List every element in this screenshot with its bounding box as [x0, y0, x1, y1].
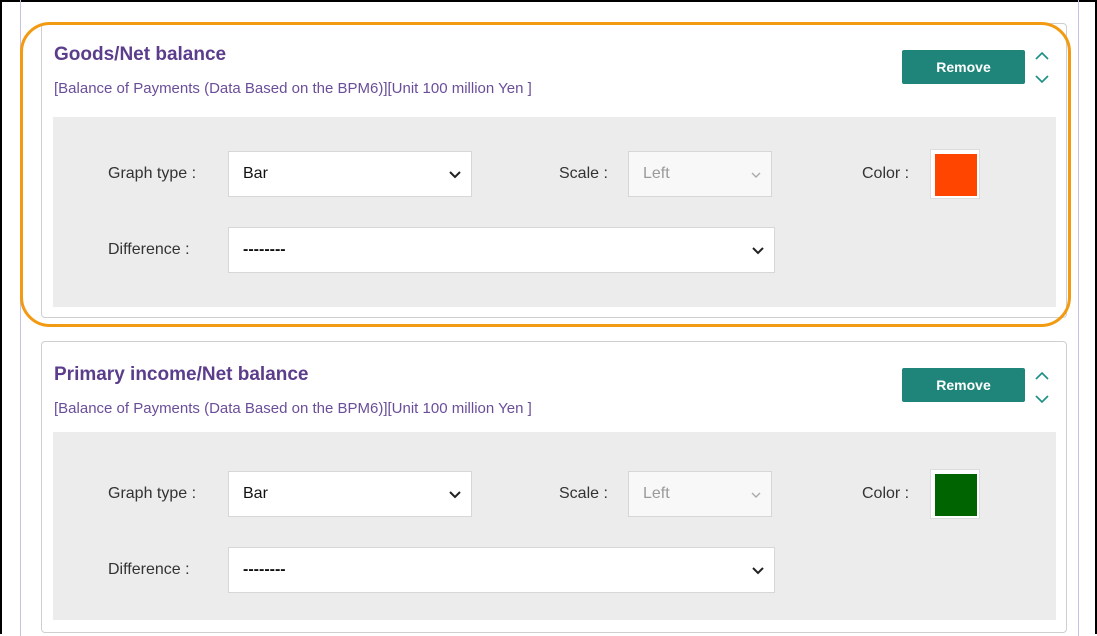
color-picker[interactable] — [930, 149, 980, 199]
difference-select[interactable]: -------- — [228, 547, 775, 593]
graph-type-select[interactable]: Bar — [228, 151, 472, 197]
difference-label: Difference : — [108, 561, 190, 578]
color-swatch — [935, 474, 977, 516]
series-settings-panel: Graph type : Bar Scale : Left Color : Di… — [53, 117, 1056, 307]
series-card-primary-income: Primary income/Net balance [Balance of P… — [41, 341, 1067, 633]
chevron-up-icon[interactable] — [1032, 51, 1052, 65]
series-subtitle: [Balance of Payments (Data Based on the … — [54, 80, 532, 97]
remove-button[interactable]: Remove — [902, 368, 1025, 402]
chevron-down-icon — [751, 486, 761, 504]
scale-select[interactable]: Left — [628, 151, 772, 197]
difference-value: -------- — [243, 241, 286, 258]
graph-type-select[interactable]: Bar — [228, 471, 472, 517]
color-picker[interactable] — [930, 469, 980, 519]
color-label: Color : — [862, 485, 910, 502]
scale-label: Scale : — [559, 165, 608, 182]
scale-value: Left — [643, 165, 670, 182]
series-subtitle: [Balance of Payments (Data Based on the … — [54, 400, 532, 417]
series-settings-panel: Graph type : Bar Scale : Left Color : Di… — [53, 432, 1056, 620]
graph-type-value: Bar — [243, 165, 268, 182]
chevron-down-icon — [752, 562, 764, 580]
graph-type-label: Graph type : — [108, 165, 197, 182]
series-title: Goods/Net balance — [54, 44, 227, 65]
chevron-down-icon[interactable] — [1032, 395, 1052, 409]
difference-value: -------- — [243, 561, 286, 578]
graph-type-label: Graph type : — [108, 485, 197, 502]
chevron-down-icon — [752, 242, 764, 260]
right-divider — [1078, 0, 1079, 636]
color-label: Color : — [862, 165, 910, 182]
scale-select[interactable]: Left — [628, 471, 772, 517]
series-card-goods: Goods/Net balance [Balance of Payments (… — [41, 23, 1067, 318]
remove-button[interactable]: Remove — [902, 50, 1025, 84]
chevron-down-icon[interactable] — [1032, 75, 1052, 89]
color-swatch — [935, 154, 977, 196]
left-divider — [20, 0, 21, 636]
chevron-down-icon — [751, 166, 761, 184]
difference-label: Difference : — [108, 241, 190, 258]
scale-value: Left — [643, 485, 670, 502]
chevron-down-icon — [449, 166, 461, 184]
graph-type-value: Bar — [243, 485, 268, 502]
scale-label: Scale : — [559, 485, 608, 502]
series-title: Primary income/Net balance — [54, 364, 309, 385]
chevron-down-icon — [449, 486, 461, 504]
chevron-up-icon[interactable] — [1032, 371, 1052, 385]
difference-select[interactable]: -------- — [228, 227, 775, 273]
